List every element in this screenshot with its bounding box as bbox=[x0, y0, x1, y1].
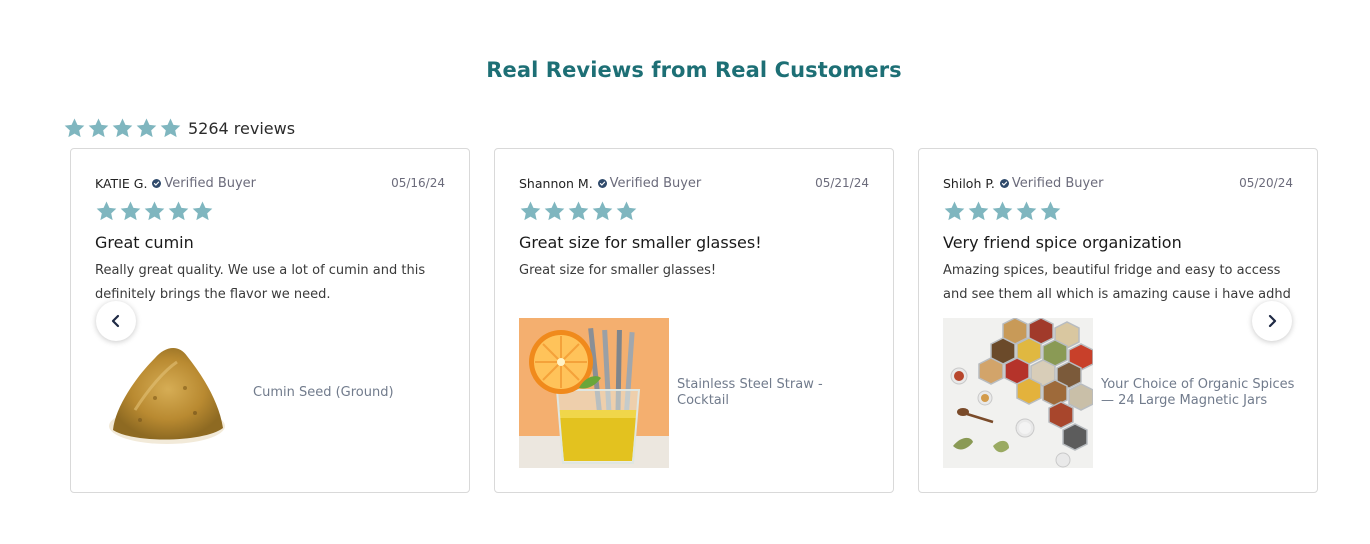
review-date: 05/20/24 bbox=[1239, 176, 1293, 190]
star-icon bbox=[519, 200, 542, 223]
review-stars bbox=[943, 200, 1062, 223]
verified-buyer-label: Verified Buyer bbox=[1011, 175, 1104, 191]
review-product[interactable]: Cumin Seed (Ground) bbox=[95, 318, 394, 468]
reviewer-name: Shannon M. bbox=[519, 175, 593, 191]
chevron-right-icon bbox=[1265, 314, 1279, 328]
star-icon bbox=[167, 200, 190, 223]
review-card: Shannon M. Verified Buyer 05/21/24 Great… bbox=[494, 148, 894, 493]
review-count[interactable]: 5264 reviews bbox=[188, 119, 295, 138]
verified-check-icon bbox=[1000, 179, 1009, 188]
star-icon bbox=[1015, 200, 1038, 223]
review-title: Great size for smaller glasses! bbox=[519, 233, 762, 252]
star-icon bbox=[111, 117, 134, 140]
star-icon bbox=[87, 117, 110, 140]
review-header: KATIE G. Verified Buyer 05/16/24 bbox=[95, 174, 445, 192]
review-title: Great cumin bbox=[95, 233, 194, 252]
product-name[interactable]: Cumin Seed (Ground) bbox=[253, 385, 394, 401]
review-date: 05/21/24 bbox=[815, 176, 869, 190]
star-icon bbox=[567, 200, 590, 223]
reviewer-name: Shiloh P. bbox=[943, 175, 995, 191]
review-stars bbox=[519, 200, 638, 223]
product-image-spice-jars[interactable] bbox=[943, 318, 1093, 468]
section-title: Real Reviews from Real Customers bbox=[486, 58, 902, 82]
review-summary[interactable]: 5264 reviews bbox=[63, 116, 295, 140]
star-icon bbox=[135, 117, 158, 140]
star-icon bbox=[1039, 200, 1062, 223]
star-icon bbox=[991, 200, 1014, 223]
review-body: Amazing spices, beautiful fridge and eas… bbox=[943, 263, 1291, 302]
star-icon bbox=[543, 200, 566, 223]
review-stars bbox=[95, 200, 214, 223]
review-product[interactable]: Your Choice of Organic Spices — 24 Large… bbox=[943, 318, 1301, 468]
review-product[interactable]: Stainless Steel Straw - Cocktail bbox=[519, 318, 877, 468]
review-header: Shannon M. Verified Buyer 05/21/24 bbox=[519, 174, 869, 192]
reviewer-name: KATIE G. bbox=[95, 175, 148, 191]
star-icon bbox=[63, 117, 86, 140]
verified-buyer-label: Verified Buyer bbox=[164, 175, 257, 191]
product-image-straw[interactable] bbox=[519, 318, 669, 468]
verified-buyer-label: Verified Buyer bbox=[609, 175, 702, 191]
review-body: Great size for smaller glasses! bbox=[519, 263, 717, 278]
review-date: 05/16/24 bbox=[391, 176, 445, 190]
summary-stars bbox=[63, 117, 182, 140]
review-title: Very friend spice organization bbox=[943, 233, 1182, 252]
review-header: Shiloh P. Verified Buyer 05/20/24 bbox=[943, 174, 1293, 192]
star-icon bbox=[143, 200, 166, 223]
review-body: Really great quality. We use a lot of cu… bbox=[95, 263, 426, 302]
carousel-next-button[interactable] bbox=[1252, 301, 1292, 341]
star-icon bbox=[95, 200, 118, 223]
star-icon bbox=[591, 200, 614, 223]
product-name[interactable]: Stainless Steel Straw - Cocktail bbox=[677, 377, 877, 409]
star-icon bbox=[191, 200, 214, 223]
product-name[interactable]: Your Choice of Organic Spices — 24 Large… bbox=[1101, 377, 1301, 409]
carousel-prev-button[interactable] bbox=[96, 301, 136, 341]
verified-check-icon bbox=[598, 179, 607, 188]
star-icon bbox=[615, 200, 638, 223]
star-icon bbox=[119, 200, 142, 223]
verified-check-icon bbox=[152, 179, 161, 188]
star-icon bbox=[967, 200, 990, 223]
star-icon bbox=[159, 117, 182, 140]
star-icon bbox=[943, 200, 966, 223]
chevron-left-icon bbox=[109, 314, 123, 328]
